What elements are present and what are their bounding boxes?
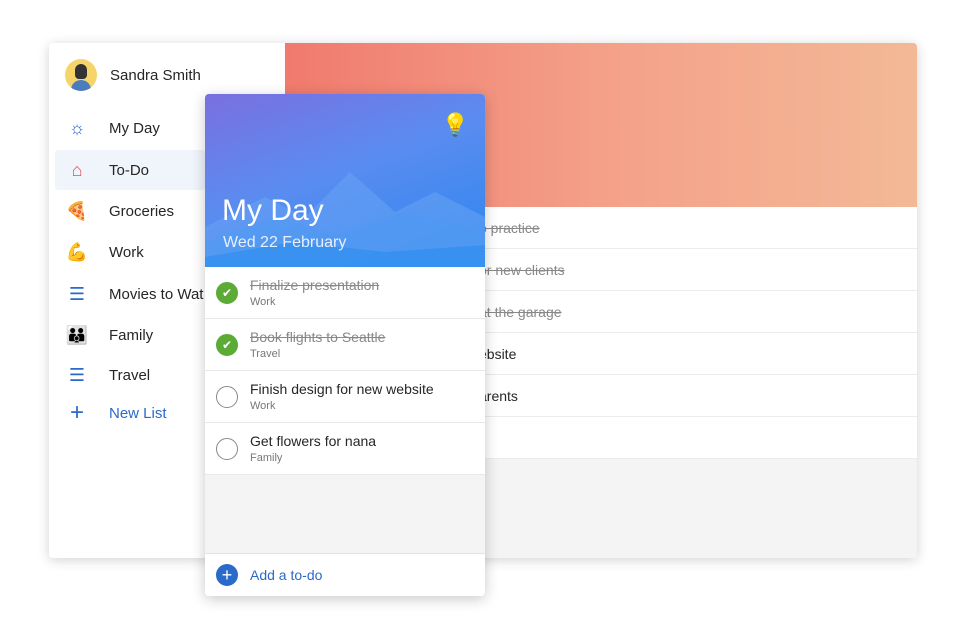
- sidebar-item-label: To-Do: [109, 161, 150, 179]
- my-day-title: My Day: [222, 194, 324, 227]
- add-todo-label: Add a to-do: [250, 567, 323, 583]
- sun-icon: ☼: [68, 117, 86, 138]
- plus-circle-icon: +: [216, 564, 238, 586]
- task-title: Get flowers for nana: [250, 433, 377, 449]
- task-list-name: Work: [250, 296, 276, 308]
- list-icon: ☰: [68, 283, 86, 304]
- new-list-label: New List: [109, 404, 167, 422]
- plus-icon: +: [69, 399, 84, 426]
- sidebar-item-to-do[interactable]: ⌂ To-Do: [55, 150, 205, 190]
- flexed-biceps-icon: 💪: [65, 241, 89, 262]
- task-title: Finalize presentation: [250, 277, 380, 293]
- task-item[interactable]: Finish design for new website Work: [205, 371, 485, 423]
- house-check-icon: ⌂: [71, 159, 83, 180]
- new-list-button[interactable]: + New List: [55, 393, 205, 433]
- task-item[interactable]: Get flowers for nana Family: [205, 423, 485, 475]
- sidebar-item-groceries[interactable]: 🍕 Groceries: [55, 191, 205, 231]
- task-title: Book flights to Seattle: [250, 329, 386, 345]
- sidebar-item-label: My Day: [109, 119, 160, 137]
- task-item[interactable]: ✔ Book flights to Seattle Travel: [205, 319, 485, 371]
- task-item[interactable]: ✔ Finalize presentation Work: [205, 267, 485, 319]
- task-list-name: Travel: [250, 348, 281, 360]
- sidebar-item-my-day[interactable]: ☼ My Day: [55, 108, 205, 148]
- my-day-card: 💡 My Day Wed 22 February ✔ Finalize prese…: [205, 94, 485, 596]
- sidebar-item-travel[interactable]: ☰ Travel: [55, 355, 205, 395]
- my-day-header: 💡 My Day Wed 22 February: [205, 94, 485, 267]
- pizza-icon: 🍕: [65, 200, 89, 221]
- checked-icon[interactable]: ✔: [216, 282, 238, 304]
- sidebar-item-work[interactable]: 💪 Work: [55, 232, 205, 272]
- user-name: Sandra Smith: [110, 66, 201, 84]
- unchecked-circle-icon[interactable]: [216, 386, 238, 408]
- sidebar-item-family[interactable]: 👪 Family: [55, 315, 205, 355]
- task-list-name: Family: [250, 452, 283, 464]
- sidebar-item-label: Family: [109, 326, 154, 344]
- sidebar-item-label: Groceries: [109, 202, 175, 220]
- checked-icon[interactable]: ✔: [216, 334, 238, 356]
- sidebar-item-label: Travel: [109, 366, 151, 384]
- suggestions-lightbulb-icon[interactable]: 💡: [442, 112, 469, 138]
- my-day-date: Wed 22 February: [223, 234, 347, 251]
- family-icon: 👪: [65, 324, 89, 345]
- sidebar-item-label: Work: [109, 243, 144, 261]
- user-profile[interactable]: Sandra Smith: [65, 59, 201, 91]
- add-todo-button[interactable]: + Add a to-do: [205, 553, 485, 596]
- task-title: Finish design for new website: [250, 381, 434, 397]
- list-icon: ☰: [68, 364, 86, 385]
- task-list-name: Work: [250, 400, 276, 412]
- avatar: [65, 59, 97, 91]
- sidebar-item-label: Movies to Wat: [109, 285, 204, 303]
- unchecked-circle-icon[interactable]: [216, 438, 238, 460]
